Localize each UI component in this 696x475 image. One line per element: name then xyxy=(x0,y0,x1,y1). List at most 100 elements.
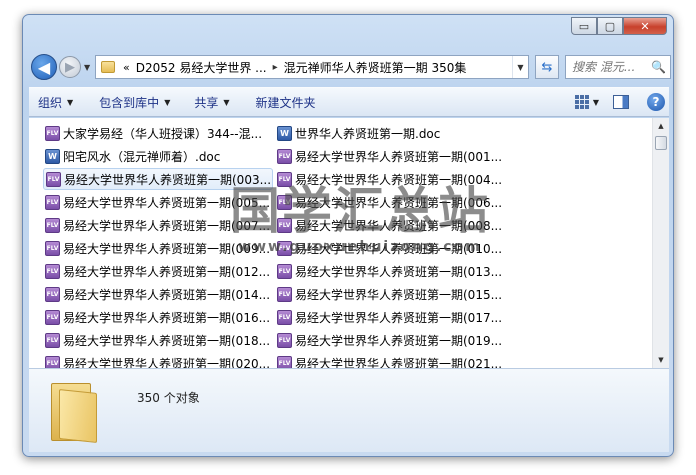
share-label: 共享 xyxy=(194,95,219,110)
video-file-icon: FLV xyxy=(277,217,292,233)
word-document-icon: W xyxy=(277,125,292,141)
address-dropdown[interactable]: ▼ xyxy=(512,56,528,78)
chevron-down-icon: ▼ xyxy=(164,97,171,107)
breadcrumb-separator[interactable]: ▸ xyxy=(273,62,278,73)
file-item[interactable]: FLV 易经大学世界华人养贤班第一期(017... xyxy=(275,306,505,328)
vertical-scrollbar[interactable]: ▲ ▼ xyxy=(652,118,669,368)
search-icon[interactable]: 🔍 xyxy=(651,60,666,74)
minimize-button[interactable]: ▭ xyxy=(571,17,597,35)
toolbar-right: ▼ ? xyxy=(574,93,669,111)
file-name: 易经大学世界华人养贤班第一期(015... xyxy=(295,287,503,302)
file-name: 易经大学世界华人养贤班第一期(007... xyxy=(63,218,271,233)
file-item[interactable]: FLV 易经大学世界华人养贤班第一期(015... xyxy=(275,283,505,305)
scroll-up-arrow[interactable]: ▲ xyxy=(653,118,669,134)
organize-button[interactable]: 组织 ▼ xyxy=(29,90,82,114)
file-item[interactable]: FLV 易经大学世界华人养贤班第一期(014... xyxy=(43,283,273,305)
video-file-icon: FLV xyxy=(45,286,60,302)
search-box[interactable]: 🔍 xyxy=(565,55,671,79)
file-item[interactable]: FLV 易经大学世界华人养贤班第一期(007... xyxy=(43,214,273,236)
file-item[interactable]: FLV 易经大学世界华人养贤班第一期(008... xyxy=(275,214,505,236)
video-file-icon: FLV xyxy=(277,148,292,164)
include-in-library-button[interactable]: 包含到库中 ▼ xyxy=(90,90,179,114)
video-file-icon: FLV xyxy=(277,286,292,302)
video-file-icon: FLV xyxy=(277,240,292,256)
address-bar[interactable]: « D2052 易经大学世界 ... ▸ 混元禅师华人养贤班第一期 350集 ▼ xyxy=(95,55,529,79)
chevron-down-icon: ▼ xyxy=(223,97,230,107)
file-name: 易经大学世界华人养贤班第一期(003... xyxy=(64,172,272,187)
file-name: 易经大学世界华人养贤班第一期(010... xyxy=(295,241,503,256)
file-item[interactable]: FLV 易经大学世界华人养贤班第一期(019... xyxy=(275,329,505,351)
change-view-icon[interactable] xyxy=(574,95,589,109)
file-item[interactable]: FLV 易经大学世界华人养贤班第一期(005... xyxy=(43,191,273,213)
explorer-window: ▭ ▢ ✕ ◀ ▶ ▼ « D2052 易经大学世界 ... ▸ 混元禅师华人养… xyxy=(22,14,674,457)
file-item[interactable]: FLV 易经大学世界华人养贤班第一期(004... xyxy=(275,168,505,190)
file-name: 易经大学世界华人养贤班第一期(006... xyxy=(295,195,503,210)
details-pane: 350 个对象 xyxy=(29,368,669,452)
video-file-icon: FLV xyxy=(277,355,292,368)
back-button[interactable]: ◀ xyxy=(31,54,57,80)
file-name: 易经大学世界华人养贤班第一期(020... xyxy=(63,356,271,369)
file-item[interactable]: FLV 易经大学世界华人养贤班第一期(006... xyxy=(275,191,505,213)
close-button[interactable]: ✕ xyxy=(623,17,667,35)
file-name: 易经大学世界华人养贤班第一期(017... xyxy=(295,310,503,325)
file-name: 易经大学世界华人养贤班第一期(012... xyxy=(63,264,271,279)
file-item[interactable]: W 世界华人养贤班第一期.doc xyxy=(275,122,505,144)
scroll-down-arrow[interactable]: ▼ xyxy=(653,352,669,368)
organize-label: 组织 xyxy=(38,95,63,110)
address-overflow-chevron[interactable]: « xyxy=(123,61,130,74)
file-name: 易经大学世界华人养贤班第一期(009... xyxy=(63,241,271,256)
file-list-pane: FLV 大家学易经（华人班授课）344--混... W 世界华人养贤班第一期.doc W… xyxy=(29,118,669,368)
address-row: ◀ ▶ ▼ « D2052 易经大学世界 ... ▸ 混元禅师华人养贤班第一期 … xyxy=(29,51,671,81)
file-item[interactable]: FLV 易经大学世界华人养贤班第一期(009... xyxy=(43,237,273,259)
file-item[interactable]: FLV 大家学易经（华人班授课）344--混... xyxy=(43,122,273,144)
command-bar: 组织 ▼ 包含到库中 ▼ 共享 ▼ 新建文件夹 ▼ ? xyxy=(29,87,669,117)
maximize-button[interactable]: ▢ xyxy=(597,17,623,35)
video-file-icon: FLV xyxy=(45,309,60,325)
window-controls: ▭ ▢ ✕ xyxy=(571,17,667,35)
file-item[interactable]: FLV 易经大学世界华人养贤班第一期(018... xyxy=(43,329,273,351)
help-icon[interactable]: ? xyxy=(647,93,665,111)
file-item[interactable]: FLV 易经大学世界华人养贤班第一期(013... xyxy=(275,260,505,282)
file-item[interactable]: W 阳宅风水（混元禅师着）.doc xyxy=(43,145,273,167)
search-input[interactable] xyxy=(572,60,648,74)
video-file-icon: FLV xyxy=(277,309,292,325)
file-name: 阳宅风水（混元禅师着）.doc xyxy=(63,149,221,164)
video-file-icon: FLV xyxy=(45,194,60,210)
recent-pages-button[interactable]: ▼ xyxy=(84,63,90,72)
new-folder-button[interactable]: 新建文件夹 xyxy=(247,90,325,114)
file-item[interactable]: FLV 易经大学世界华人养贤班第一期(020... xyxy=(43,352,273,368)
file-name: 易经大学世界华人养贤班第一期(001... xyxy=(295,149,503,164)
file-name: 易经大学世界华人养贤班第一期(005... xyxy=(63,195,271,210)
video-file-icon: FLV xyxy=(45,217,60,233)
video-file-icon: FLV xyxy=(45,125,60,141)
file-item[interactable]: FLV 易经大学世界华人养贤班第一期(012... xyxy=(43,260,273,282)
chevron-down-icon[interactable]: ▼ xyxy=(593,98,599,107)
video-file-icon: FLV xyxy=(45,263,60,279)
video-file-icon: FLV xyxy=(46,171,61,187)
file-name: 大家学易经（华人班授课）344--混... xyxy=(63,126,263,141)
refresh-button[interactable]: ⇆ xyxy=(535,55,559,79)
file-name: 易经大学世界华人养贤班第一期(019... xyxy=(295,333,503,348)
file-item[interactable]: FLV 易经大学世界华人养贤班第一期(010... xyxy=(275,237,505,259)
include-in-library-label: 包含到库中 xyxy=(99,95,160,110)
video-file-icon: FLV xyxy=(45,332,60,348)
word-document-icon: W xyxy=(45,148,60,164)
file-item[interactable]: FLV 易经大学世界华人养贤班第一期(003... xyxy=(43,168,273,190)
file-name: 易经大学世界华人养贤班第一期(013... xyxy=(295,264,503,279)
new-folder-label: 新建文件夹 xyxy=(255,95,316,110)
file-item[interactable]: FLV 易经大学世界华人养贤班第一期(016... xyxy=(43,306,273,328)
file-item[interactable]: FLV 易经大学世界华人养贤班第一期(001... xyxy=(275,145,505,167)
folder-icon xyxy=(101,61,115,73)
file-name: 易经大学世界华人养贤班第一期(021... xyxy=(295,356,503,369)
share-button[interactable]: 共享 ▼ xyxy=(185,90,238,114)
file-name: 易经大学世界华人养贤班第一期(004... xyxy=(295,172,503,187)
forward-button[interactable]: ▶ xyxy=(59,56,81,78)
chevron-down-icon: ▼ xyxy=(67,97,74,107)
file-item[interactable]: FLV 易经大学世界华人养贤班第一期(021... xyxy=(275,352,505,368)
video-file-icon: FLV xyxy=(45,355,60,368)
file-name: 易经大学世界华人养贤班第一期(016... xyxy=(63,310,271,325)
preview-pane-icon[interactable] xyxy=(613,95,629,109)
breadcrumb-segment[interactable]: D2052 易经大学世界 ... xyxy=(136,59,267,76)
scrollbar-thumb[interactable] xyxy=(655,136,667,150)
breadcrumb-segment[interactable]: 混元禅师华人养贤班第一期 350集 xyxy=(284,59,467,76)
